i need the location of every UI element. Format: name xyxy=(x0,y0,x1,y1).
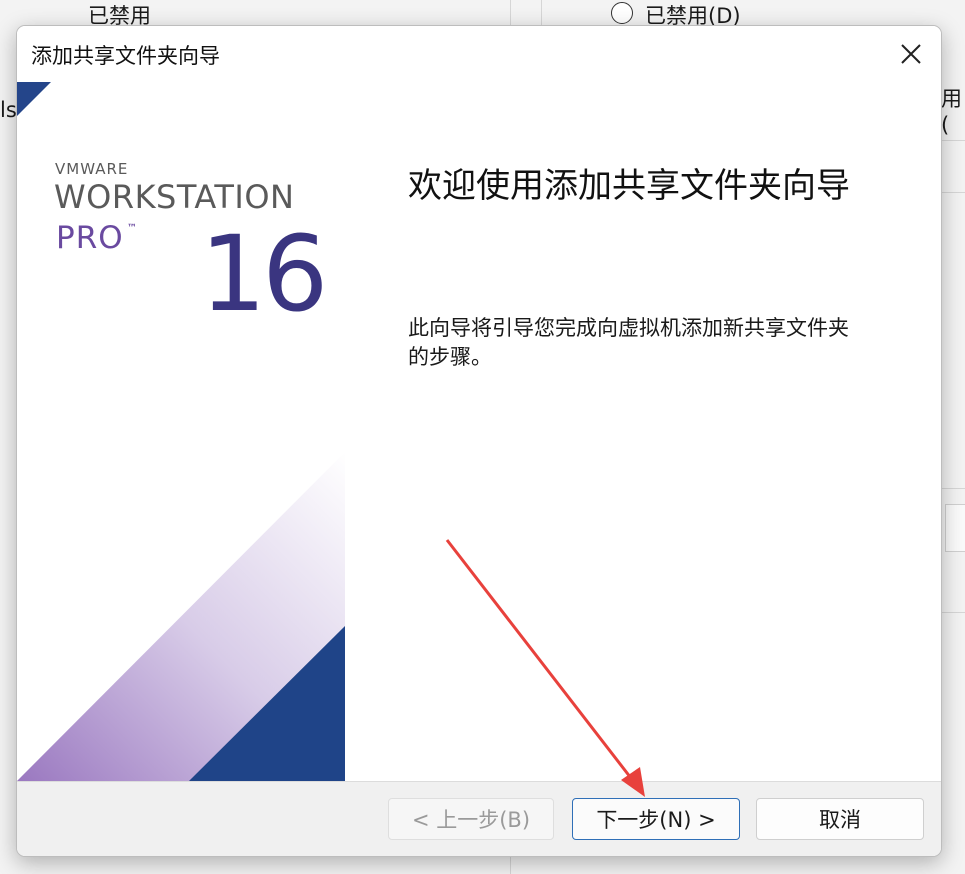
background-partial-text: ls xyxy=(0,98,17,122)
background-button-edge xyxy=(945,504,965,552)
background-disabled-radio[interactable] xyxy=(611,2,633,24)
background-divider xyxy=(941,488,965,489)
background-divider xyxy=(510,855,511,874)
background-divider xyxy=(941,612,965,613)
wizard-heading: 欢迎使用添加共享文件夹向导 xyxy=(408,166,850,206)
product-name: WORKSTATION xyxy=(54,178,295,216)
add-shared-folder-wizard-dialog: 添加共享文件夹向导 VMWARE WORKSTATION PRO ™ 16 欢迎… xyxy=(16,25,942,857)
back-button[interactable]: < 上一步(B) xyxy=(388,798,554,840)
dialog-title-bar: 添加共享文件夹向导 xyxy=(17,26,941,82)
background-partial-text: 用( xyxy=(941,87,962,137)
dialog-title: 添加共享文件夹向导 xyxy=(31,44,220,68)
wizard-content: 欢迎使用添加共享文件夹向导 此向导将引导您完成向虚拟机添加新共享文件夹的步骤。 xyxy=(345,82,941,781)
wizard-description: 此向导将引导您完成向虚拟机添加新共享文件夹的步骤。 xyxy=(408,316,849,369)
close-button[interactable] xyxy=(891,34,931,74)
wizard-side-banner: VMWARE WORKSTATION PRO ™ 16 xyxy=(17,82,345,781)
background-divider xyxy=(941,140,965,141)
cancel-button[interactable]: 取消 xyxy=(756,798,924,840)
background-divider xyxy=(941,192,965,193)
wizard-button-bar: < 上一步(B) 下一步(N) > 取消 xyxy=(17,781,941,856)
corner-accent-shape xyxy=(17,82,51,116)
product-version: 16 xyxy=(200,213,328,335)
vmware-brand: VMWARE xyxy=(55,160,129,178)
close-icon xyxy=(901,44,921,64)
product-edition: PRO xyxy=(56,220,124,256)
next-button[interactable]: 下一步(N) > xyxy=(572,798,740,840)
trademark-mark: ™ xyxy=(127,223,137,234)
